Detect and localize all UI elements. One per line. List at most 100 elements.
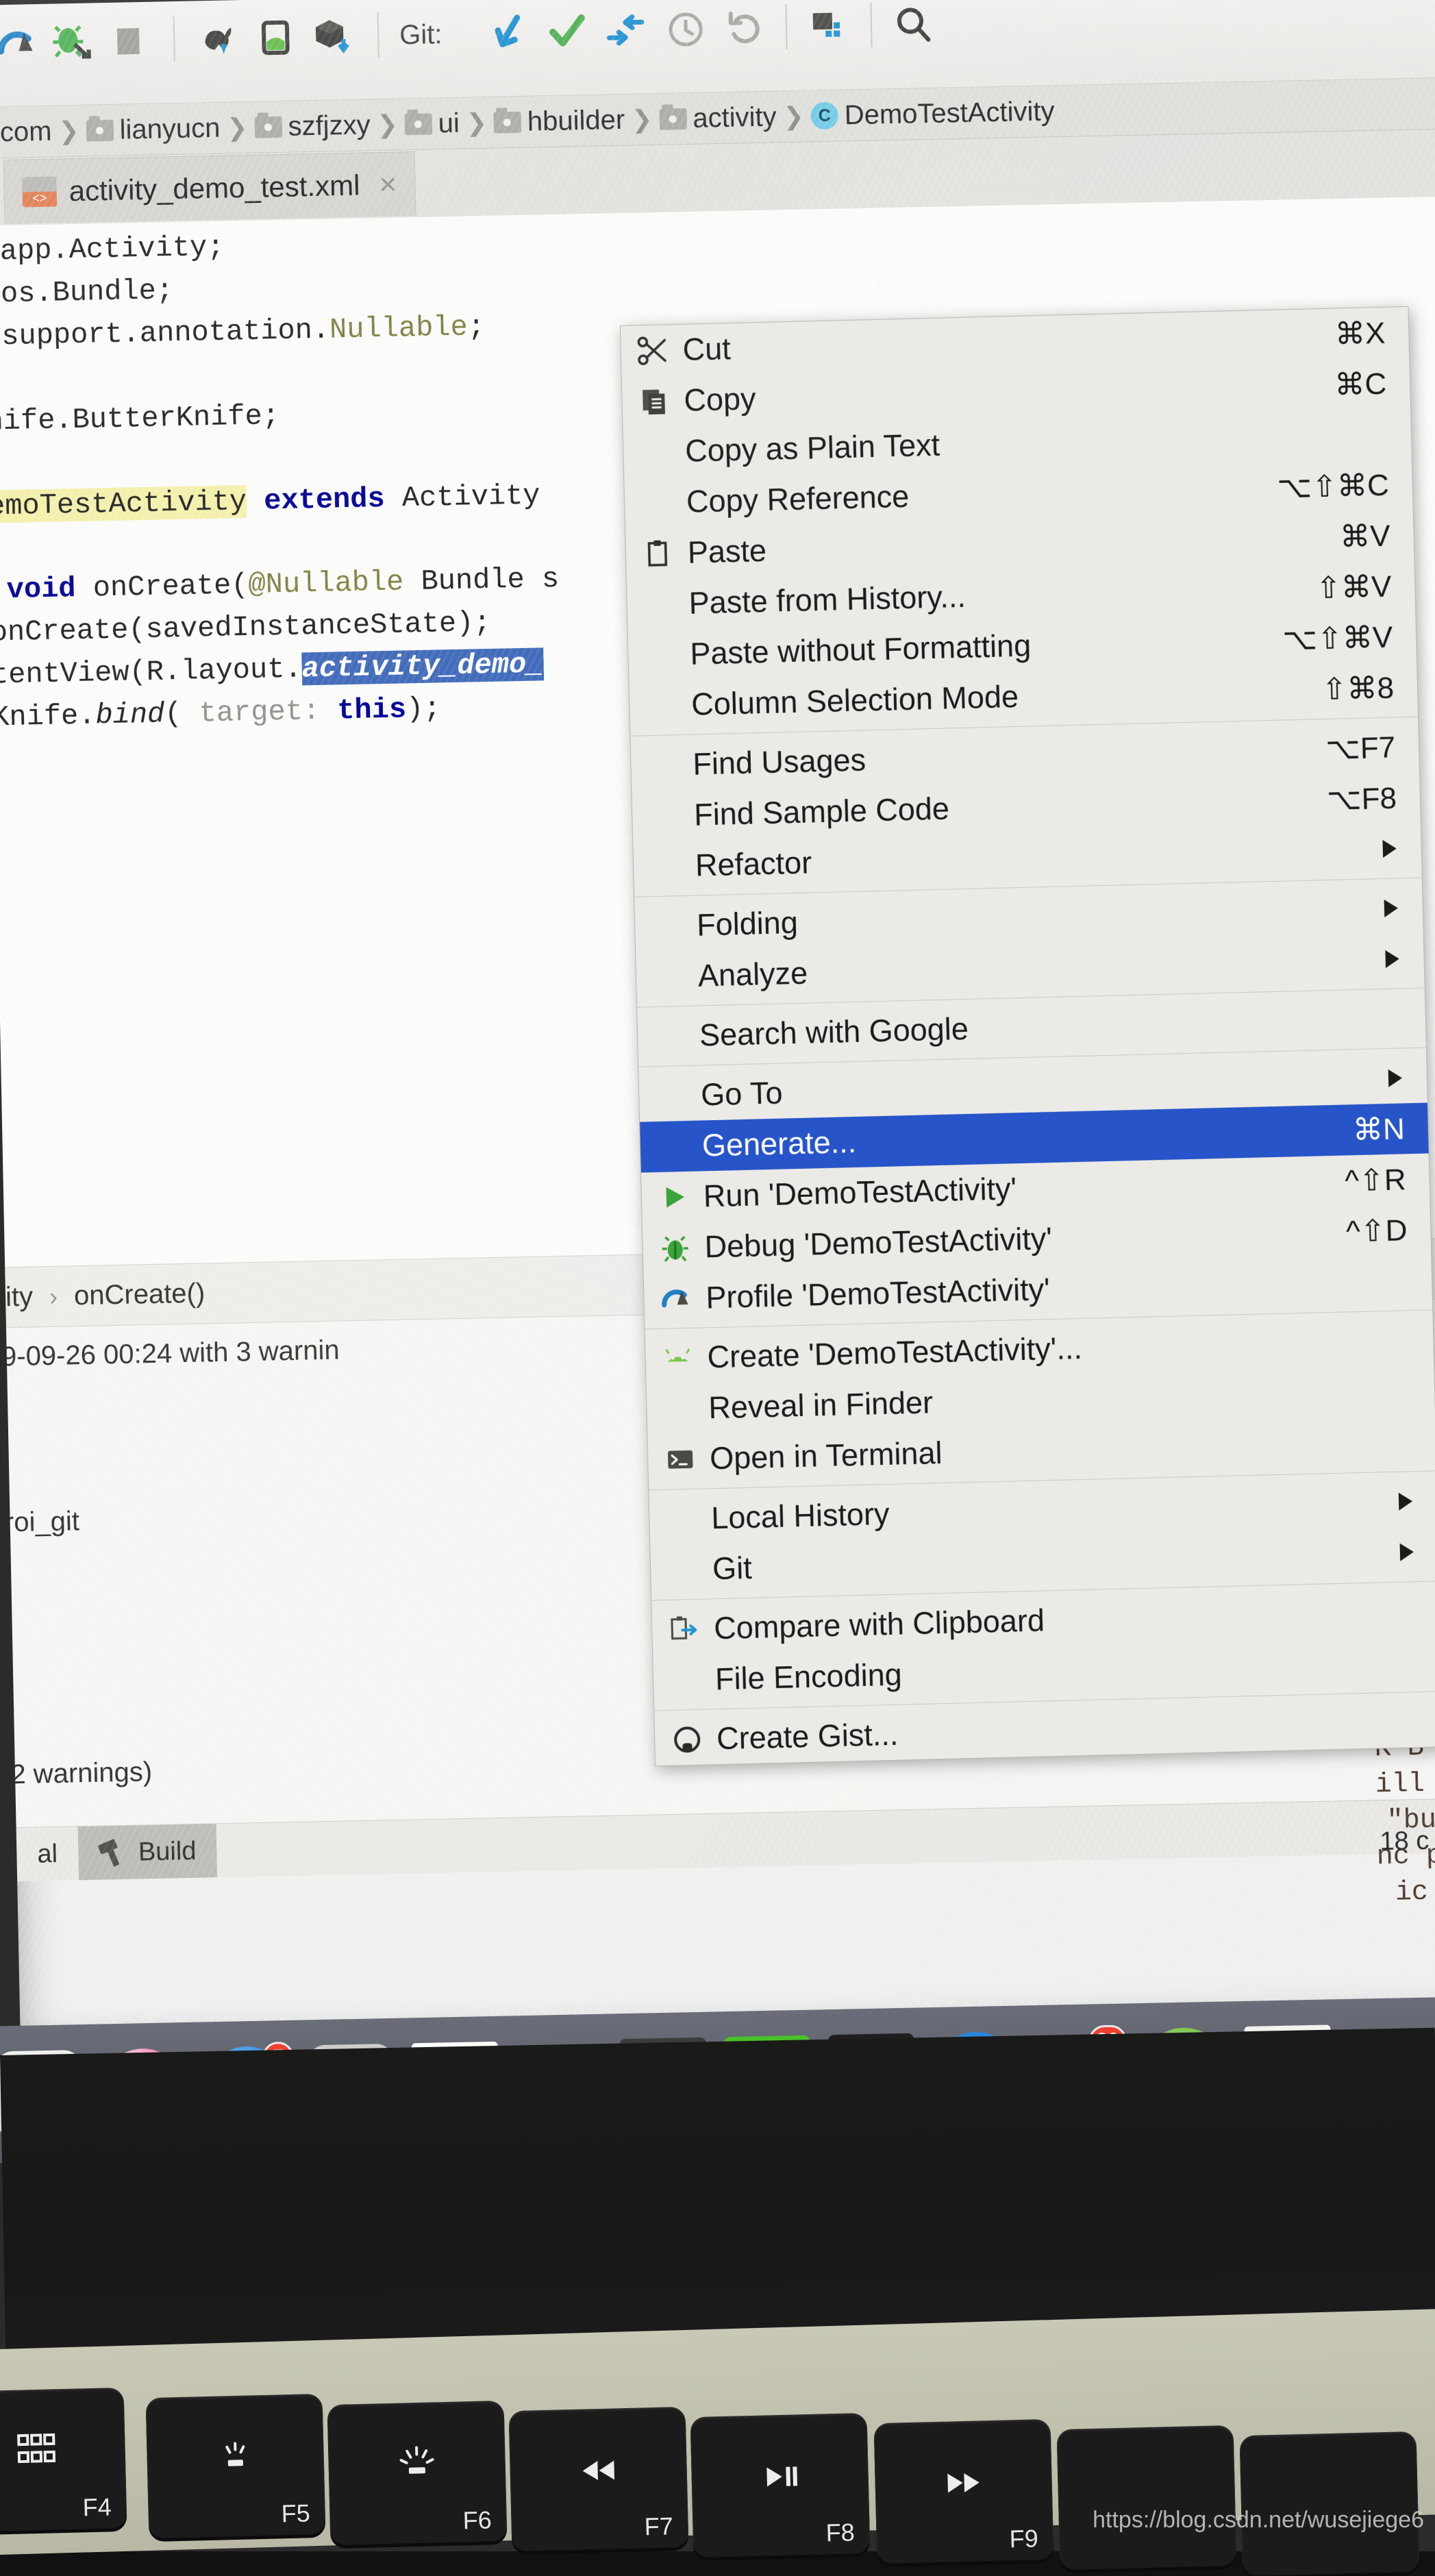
menu-item-accel: ^⇧R xyxy=(1344,1162,1407,1198)
breadcrumb-item-lianyucn[interactable]: lianyucn xyxy=(86,112,221,146)
revert-icon[interactable] xyxy=(724,8,766,49)
key-f4[interactable]: F4 xyxy=(0,2387,127,2533)
breadcrumb-item-hbuilder[interactable]: hbuilder xyxy=(493,104,625,138)
sdk-manager-icon[interactable] xyxy=(312,16,353,58)
char-count-label: 18 c xyxy=(1380,1826,1430,1857)
folder-icon xyxy=(659,108,687,130)
menu-item-label: Copy xyxy=(683,381,757,418)
menu-item-label: Analyze xyxy=(697,955,808,993)
build-warnings-row: (2 warnings) xyxy=(1,1757,153,1790)
launchpad-icon xyxy=(16,2433,57,2475)
editor-tab[interactable]: activity_demo_test.xml × xyxy=(3,151,416,225)
github-icon xyxy=(671,1724,703,1756)
folder-icon xyxy=(254,116,282,138)
breadcrumb-label: com xyxy=(0,116,52,147)
breadcrumb-separator: ❯ xyxy=(783,101,805,131)
stop-icon[interactable] xyxy=(108,20,149,62)
watermark: https://blog.csdn.net/wusejiege6 xyxy=(1093,2507,1424,2533)
menu-item-label: File Encoding xyxy=(714,1657,903,1697)
editor-context-menu[interactable]: Cut ⌘X Copy ⌘C Copy as Plain Text Copy R… xyxy=(619,306,1435,1767)
menu-item-accel: ⌘X xyxy=(1334,316,1386,351)
menu-item-accel: ⌥F8 xyxy=(1326,781,1397,817)
breadcrumb-item-class[interactable]: C DemoTestActivity xyxy=(810,96,1055,132)
key-f9[interactable]: F9 xyxy=(873,2418,1054,2564)
menu-item-label: Refactor xyxy=(695,845,812,883)
menu-item-label: Column Selection Mode xyxy=(690,678,1019,722)
menu-item-label: Compare with Clipboard xyxy=(713,1602,1045,1646)
keyboard-backlight-up-icon xyxy=(395,2444,439,2490)
tab-terminal[interactable]: al xyxy=(16,1826,79,1881)
close-icon[interactable]: × xyxy=(379,167,397,202)
chevron-right-icon xyxy=(1384,899,1399,917)
breadcrumb-separator: ❯ xyxy=(631,105,653,134)
git-commit-icon[interactable] xyxy=(547,11,589,53)
menu-item-label: Copy Reference xyxy=(686,478,910,519)
breadcrumb-separator: ❯ xyxy=(466,108,488,137)
key-label: F8 xyxy=(825,2518,856,2547)
chevron-right-icon xyxy=(1398,1492,1413,1511)
code-line-setcontentview: ntentView(R.layout.activity_demo_ xyxy=(0,647,544,693)
breadcrumb-separator: ❯ xyxy=(226,112,248,142)
key-label: F7 xyxy=(644,2512,674,2541)
xml-file-icon xyxy=(22,175,58,207)
class-badge-icon: C xyxy=(810,101,839,130)
git-update-icon[interactable] xyxy=(488,12,530,54)
breadcrumb-item-szfjzxy[interactable]: szfjzxy xyxy=(254,110,371,143)
log-link[interactable]: ic xyxy=(1395,1874,1435,1912)
compare-icon xyxy=(669,1613,701,1646)
menu-item-label: Git xyxy=(712,1550,753,1587)
breadcrumb-item-ui[interactable]: ui xyxy=(404,108,460,140)
profile-icon[interactable] xyxy=(0,22,38,64)
code-line: knife.ButterKnife; xyxy=(0,399,280,439)
breadcrumb-label: activity xyxy=(692,101,777,134)
avd-manager-icon[interactable] xyxy=(255,16,297,58)
key-f7[interactable]: F7 xyxy=(508,2406,689,2552)
tab-build[interactable]: Build xyxy=(77,1824,218,1881)
menu-item-label: Folding xyxy=(696,904,799,943)
fast-forward-icon xyxy=(942,2467,985,2505)
key-label: F5 xyxy=(281,2499,311,2528)
menu-item-label: Run 'DemoTestActivity' xyxy=(703,1171,1017,1214)
run-icon xyxy=(658,1181,690,1213)
search-icon[interactable] xyxy=(892,4,934,46)
breadcrumb-item-com[interactable]: com xyxy=(0,116,52,148)
code-line-oncreate: void onCreate(@Nullable Bundle s xyxy=(6,562,560,607)
method-breadcrumb-class[interactable]: vity xyxy=(0,1281,34,1313)
key-f8[interactable]: F8 xyxy=(690,2412,871,2558)
git-label: Git: xyxy=(399,19,442,51)
key-f5[interactable]: F5 xyxy=(145,2393,326,2539)
chevron-right-icon xyxy=(1388,1069,1403,1087)
breadcrumb-label: DemoTestActivity xyxy=(844,95,1055,130)
breadcrumb-label: lianyucn xyxy=(119,112,221,145)
folder-icon xyxy=(86,119,114,142)
bug-icon xyxy=(659,1232,691,1264)
build-log-right-fragment-2: K B ill "bu nc p ic xyxy=(1374,1729,1435,1913)
breadcrumb-separator: › xyxy=(49,1282,58,1311)
rewind-icon xyxy=(577,2455,620,2492)
key-label: F9 xyxy=(1009,2524,1039,2553)
key-f11[interactable] xyxy=(1239,2431,1420,2576)
toolbar-divider xyxy=(173,16,175,62)
menu-item-label: Debug 'DemoTestActivity' xyxy=(704,1220,1053,1265)
key-f10[interactable] xyxy=(1056,2425,1237,2571)
menu-item-label: Generate... xyxy=(701,1124,857,1163)
menu-item-label: Paste without Formatting xyxy=(689,628,1032,671)
code-line: d.app.Activity; xyxy=(0,230,225,269)
breadcrumb-label: szfjzxy xyxy=(288,109,371,142)
menu-item-label: Search with Google xyxy=(699,1011,969,1053)
menu-item-accel: ⌘C xyxy=(1334,367,1387,402)
git-push-icon[interactable] xyxy=(605,10,647,51)
log-line: ill xyxy=(1375,1768,1425,1801)
menu-item-search-with-google[interactable]: Search with Google xyxy=(637,993,1425,1063)
sync-gradle-icon[interactable] xyxy=(199,18,241,60)
keyboard-backlight-down-icon xyxy=(215,2439,255,2481)
debug-icon[interactable] xyxy=(51,21,93,62)
method-breadcrumb-method[interactable]: onCreate() xyxy=(74,1278,205,1311)
breadcrumb-item-activity[interactable]: activity xyxy=(659,101,777,134)
breadcrumb-separator: ❯ xyxy=(58,116,80,145)
layout-inspector-icon[interactable] xyxy=(808,5,850,47)
history-icon[interactable] xyxy=(665,8,707,50)
menu-item-label: Cut xyxy=(682,331,732,367)
key-f6[interactable]: F6 xyxy=(327,2400,508,2546)
menu-item-label: Reveal in Finder xyxy=(708,1385,934,1426)
